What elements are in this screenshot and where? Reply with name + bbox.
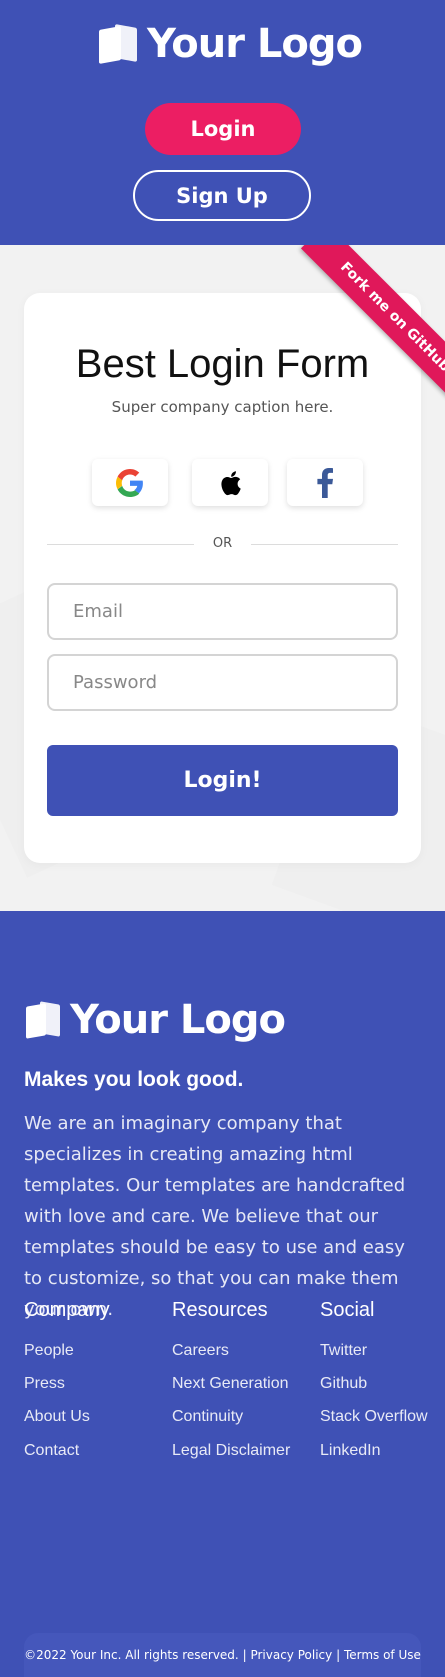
facebook-icon [317,467,333,498]
footer-link-twitter[interactable]: Twitter [320,1342,367,1360]
footer-link-continuity[interactable]: Continuity [172,1408,243,1426]
site-header: Your Logo Login Sign Up [0,0,445,245]
apple-icon [221,470,241,495]
footer-column-title-resources: Resources [172,1299,268,1321]
separator: | [336,1648,341,1662]
privacy-policy-link[interactable]: Privacy Policy [250,1648,332,1662]
login-submit-button[interactable]: Login! [47,745,398,816]
divider-line [47,544,194,545]
facebook-login-button[interactable] [287,459,363,506]
footer-link-careers[interactable]: Careers [172,1342,229,1360]
logo-mark-icon [24,999,66,1041]
apple-login-button[interactable] [192,459,268,506]
header-logo[interactable]: Your Logo [97,18,363,70]
footer-link-github[interactable]: Github [320,1375,367,1393]
footer-logo-text: Your Logo [70,997,286,1043]
footer-link-contact[interactable]: Contact [24,1442,79,1460]
footer-column-title-company: Company [24,1299,110,1321]
footer-about-text: We are an imaginary company that special… [24,1113,406,1320]
divider-line [251,544,398,545]
google-icon [116,468,143,497]
github-ribbon-label[interactable]: Fork me on GitHub [300,245,445,412]
site-footer: Your Logo Makes you look good. We are an… [0,911,445,1677]
footer-column-title-social: Social [320,1299,375,1321]
password-field[interactable] [47,654,398,711]
logo-text: Your Logo [147,21,363,67]
footer-logo[interactable]: Your Logo [24,996,286,1044]
terms-of-use-link[interactable]: Terms of Use [344,1648,421,1662]
separator: | [242,1648,247,1662]
footer-tagline: Makes you look good. [24,1068,244,1091]
divider-text: OR [212,536,233,551]
github-ribbon[interactable]: Fork me on GitHub [260,245,445,430]
footer-link-stack-overflow[interactable]: Stack Overflow [320,1408,428,1426]
footer-link-next-generation[interactable]: Next Generation [172,1375,289,1393]
header-login-button[interactable]: Login [145,103,301,155]
copyright-line: ©2022 Your Inc. All rights reserved. | P… [0,1648,445,1662]
email-field[interactable] [47,583,398,640]
footer-link-linkedin[interactable]: LinkedIn [320,1442,381,1460]
logo-mark-icon [97,22,141,66]
footer-link-about-us[interactable]: About Us [24,1408,90,1426]
footer-link-legal-disclaimer[interactable]: Legal Disclaimer [172,1442,290,1460]
footer-link-people[interactable]: People [24,1342,74,1360]
google-login-button[interactable] [92,459,168,506]
copyright-text: ©2022 Your Inc. All rights reserved. [24,1648,239,1662]
header-signup-button[interactable]: Sign Up [133,170,311,221]
footer-link-press[interactable]: Press [24,1375,65,1393]
